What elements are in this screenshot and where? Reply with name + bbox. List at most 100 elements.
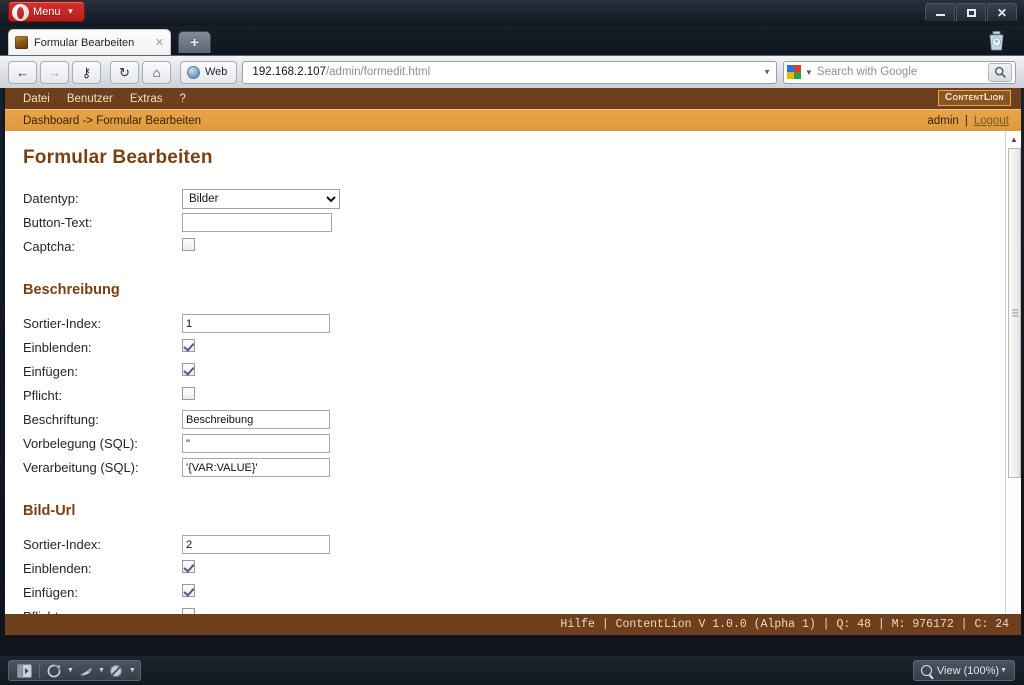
field-row-verarbeitung: Verarbeitung (SQL): [23,456,1021,479]
content-block-button[interactable] [106,662,127,679]
zoom-control[interactable]: View (100%) ▼ [912,660,1015,681]
field-label: Vorbelegung (SQL): [23,436,138,451]
css-mode-button[interactable] [75,662,96,679]
field-row-sortier-index-2: Sortier-Index: [23,533,1021,556]
sortier-index-input-2[interactable] [182,535,330,555]
vorbelegung-sql-input[interactable] [182,434,330,454]
zoom-level-label: View (100%) [936,664,1000,677]
field-label: Sortier-Index: [23,537,102,552]
chevron-down-icon[interactable]: ▼ [129,667,136,674]
field-label: Sortier-Index: [23,316,102,331]
logout-link[interactable]: Logout [974,115,1009,127]
field-label: Button-Text: [23,215,93,230]
app-status-bar: Hilfe | ContentLion V 1.0.0 (Alpha 1) | … [5,614,1021,635]
maximize-icon [966,8,976,17]
field-row-vorbelegung: Vorbelegung (SQL): [23,432,1021,455]
opera-logo-icon [12,4,29,21]
url-path: /admin/formedit.html [325,66,431,78]
username-label: admin [927,115,959,127]
window-controls: ✕ [924,3,1017,22]
app-status-text[interactable]: Hilfe | ContentLion V 1.0.0 (Alpha 1) | … [560,618,1009,631]
menu-item-datei[interactable]: Datei [23,93,50,105]
verarbeitung-sql-input[interactable] [182,458,330,478]
url-host: 192.168.2.107 [252,66,326,78]
menu-item-benutzer[interactable]: Benutzer [67,93,113,105]
globe-icon [187,65,200,79]
chevron-down-icon[interactable]: ▼ [98,667,105,674]
field-row-sortier-index: Sortier-Index: [23,312,1021,335]
button-text-input[interactable] [182,213,332,233]
scrollbar-grip-icon [1012,309,1018,317]
beschriftung-input[interactable] [182,410,330,430]
user-box: admin | Logout [927,110,1009,132]
opera-browser-window: Menu ▼ ✕ Formular Bearbeiten ✕ + ← → ⚷ ↻… [0,0,1024,685]
einblenden-checkbox-2[interactable] [182,559,195,573]
field-row-pflicht: Pflicht: [23,384,1021,407]
close-button[interactable]: ✕ [987,3,1017,22]
maximize-button[interactable] [956,3,986,22]
field-row-datentyp: Datentyp: Bilder [23,187,1021,210]
tab-formular-bearbeiten[interactable]: Formular Bearbeiten ✕ [8,29,171,55]
field-row-einblenden-2: Einblenden: [23,557,1021,580]
einblenden-checkbox[interactable] [182,338,195,352]
navigation-toolbar: ← → ⚷ ↻ ⌂ Web 192.168.2.107/admin/formed… [0,55,1024,88]
scroll-up-icon[interactable]: ▲ [1006,131,1021,147]
chevron-down-icon[interactable]: ▼ [805,68,813,77]
scrollbar-thumb[interactable] [1008,148,1021,478]
trash-icon[interactable] [987,31,1006,51]
search-submit-button[interactable] [988,62,1012,82]
minimize-button[interactable] [925,3,955,22]
field-label: Beschriftung: [23,412,99,427]
section-title-beschreibung: Beschreibung [23,282,120,298]
menu-item-extras[interactable]: Extras [130,93,163,105]
chevron-down-icon[interactable]: ▼ [763,68,771,77]
panel-toggle-button[interactable] [14,662,35,679]
new-tab-button[interactable]: + [178,31,211,53]
status-toolbar: ▼ ▼ ▼ [8,660,141,681]
separator: | [964,115,968,127]
google-icon [787,64,802,80]
field-label: Datentyp: [23,191,79,206]
breadcrumb: Dashboard -> Formular Bearbeiten [23,114,202,127]
back-button[interactable]: ← [8,60,37,84]
reload-button[interactable]: ↻ [110,60,139,84]
panel-icon [17,663,32,678]
address-bar[interactable]: 192.168.2.107/admin/formedit.html ▼ [242,60,777,84]
einfuegen-checkbox[interactable] [182,362,195,376]
pflicht-checkbox[interactable] [182,386,195,400]
search-bar[interactable]: ▼ Search with Google [783,60,1016,84]
field-label: Einfügen: [23,364,78,379]
image-mode-button[interactable] [44,662,65,679]
datentyp-select[interactable]: Bilder [182,188,340,209]
web-mode-button[interactable]: Web [180,60,238,84]
tab-close-icon[interactable]: ✕ [151,36,164,49]
field-row-beschriftung: Beschriftung: [23,408,1021,431]
style-icon [80,667,93,675]
page-title: Formular Bearbeiten [23,147,213,168]
opera-menu-button[interactable]: Menu ▼ [8,1,86,22]
captcha-checkbox[interactable] [182,237,195,251]
breadcrumb-bar: Dashboard -> Formular Bearbeiten admin |… [5,109,1021,131]
forward-button[interactable]: → [40,60,69,84]
field-label: Verarbeitung (SQL): [23,460,139,475]
home-button[interactable]: ⌂ [142,60,171,84]
tab-strip: Formular Bearbeiten ✕ + [0,26,1024,55]
wand-icon[interactable]: ⚷ [72,60,101,84]
chevron-down-icon[interactable]: ▼ [1000,667,1007,674]
app-menubar: Datei Benutzer Extras ? ContentLion [5,88,1021,109]
opera-menu-label: Menu [33,5,61,18]
field-row-captcha: Captcha: [23,235,1021,258]
field-label: Captcha: [23,239,76,254]
search-input[interactable]: Search with Google [817,66,988,78]
einfuegen-checkbox-2[interactable] [182,583,195,597]
chevron-down-icon[interactable]: ▼ [67,667,74,674]
web-mode-label: Web [205,66,228,78]
page-scrollbar[interactable]: ▲ ▼ [1005,131,1021,635]
browser-status-bar: ▼ ▼ ▼ View (100%) ▼ [0,656,1024,685]
field-row-einfuegen-2: Einfügen: [23,581,1021,604]
menu-item-help[interactable]: ? [179,93,185,105]
field-label: Einfügen: [23,585,78,600]
field-row-button-text: Button-Text: [23,211,1021,234]
sortier-index-input[interactable] [182,314,330,334]
field-row-einfuegen: Einfügen: [23,360,1021,383]
